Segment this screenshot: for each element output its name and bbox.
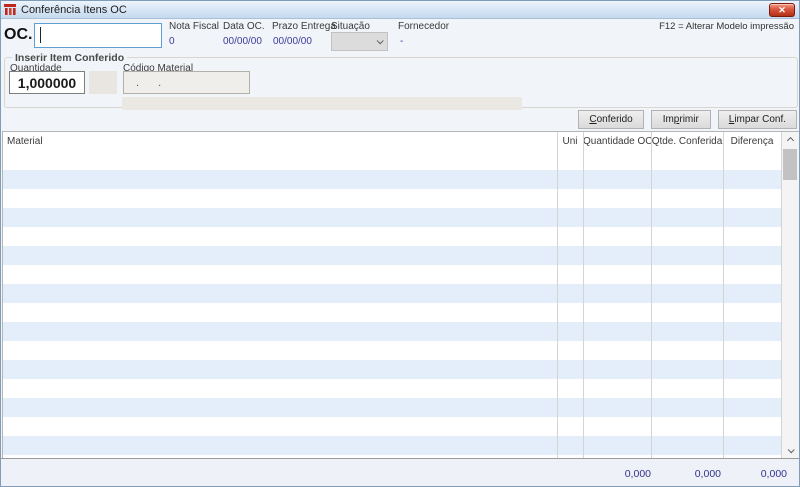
imprimir-button[interactable]: Imprimir [650,110,711,129]
situacao-dropdown [331,32,388,51]
col-header-quantidade-oc: Quantidade OC [583,136,653,147]
button-row: Conferido Imprimir Limpar Conf. [578,110,797,129]
footer-bar: 0,000 0,000 0,000 [1,459,799,486]
oc-input[interactable] [34,23,162,48]
quantidade-input[interactable] [9,71,85,94]
grid-body[interactable] [3,170,782,458]
col-header-qtde-conferida: Qtde. Conferida [651,136,723,147]
oc-label: OC. [4,26,33,43]
col-header-diferenca: Diferença [730,136,774,147]
scroll-down-button[interactable] [782,442,798,458]
text-caret [40,27,41,43]
app-window: Conferência Itens OC ✕ OC. Nota Fiscal 0… [0,0,800,487]
data-oc-label: Data OC. [223,21,265,32]
column-divider [557,132,558,458]
situacao-label: Situação [331,21,370,32]
conferido-button[interactable]: Conferido [578,110,644,129]
total-qtde-conferida: 0,000 [694,468,721,480]
fornecedor-label: Fornecedor [398,21,450,32]
column-divider [723,132,724,458]
window-title: Conferência Itens OC [21,3,127,16]
scroll-up-button[interactable] [782,132,798,148]
unit-display-box [89,71,117,94]
title-bar: Conferência Itens OC ✕ [1,1,799,19]
fornecedor-value: - [400,36,404,47]
chevron-down-icon [376,37,384,45]
prazo-entrega-label: Prazo Entrega [272,21,336,32]
prazo-entrega-value: 00/00/00 [273,36,312,47]
chevron-down-icon [787,445,795,453]
f12-hint: F12 = Alterar Modelo impressão [659,21,794,32]
app-icon [4,3,17,16]
scrollbar-thumb[interactable] [783,149,797,180]
close-button[interactable]: ✕ [769,3,795,17]
grid-header: Material Uni Quantidade OC Qtde. Conferi… [3,132,782,170]
nota-fiscal-label: Nota Fiscal [169,21,220,32]
col-header-material: Material [7,136,43,147]
data-oc-value: 00/00/00 [223,36,262,47]
nota-fiscal-value: 0 [169,36,175,47]
material-description-strip [122,97,522,110]
column-divider [583,132,584,458]
total-diferenca: 0,000 [760,468,787,480]
inserir-item-groupbox: Inserir Item Conferido Quantidade Código… [4,52,798,110]
total-quantidade-oc: 0,000 [624,468,651,480]
col-header-uni: Uni [562,136,578,147]
limpar-conf-button[interactable]: Limpar Conf. [717,110,797,129]
codigo-material-input[interactable] [123,71,250,94]
vertical-scrollbar[interactable] [782,132,798,458]
chevron-up-icon [786,136,794,144]
close-icon: ✕ [778,4,786,15]
column-divider [651,132,652,458]
